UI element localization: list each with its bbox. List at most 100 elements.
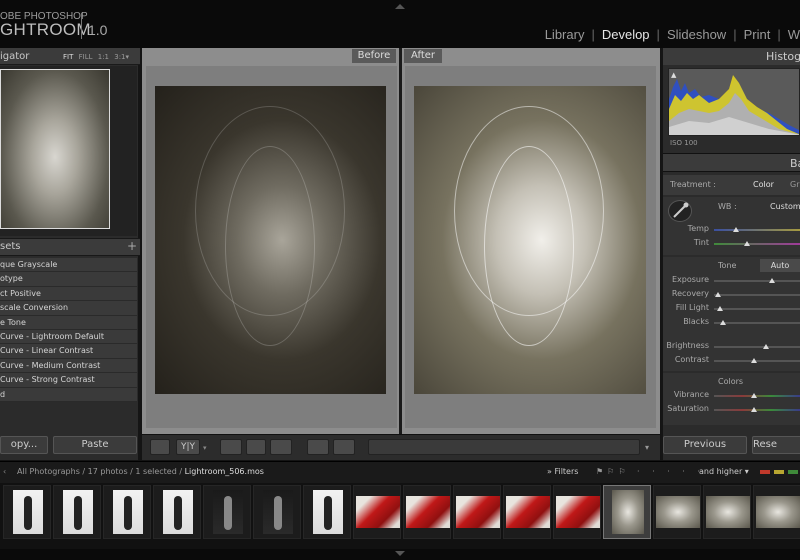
after-photo[interactable] xyxy=(414,86,646,394)
auto-tone-button[interactable]: Auto xyxy=(760,259,800,272)
preset-item[interactable]: scale Conversion xyxy=(0,301,137,316)
module-picker: Library | Develop | Slideshow | Print | … xyxy=(545,27,800,43)
zoom-dropdown-icon[interactable]: ▾ xyxy=(126,53,130,61)
copy-after-to-before-button[interactable] xyxy=(333,439,355,455)
filmstrip-source-path[interactable]: All Photographs / 17 photos / 1 selected… xyxy=(17,467,264,476)
filmstrip-thumbnail[interactable] xyxy=(53,485,101,539)
filmstrip-thumbnail[interactable] xyxy=(403,485,451,539)
zoom-fill[interactable]: FILL xyxy=(79,53,93,61)
filmstrip-thumbnail[interactable] xyxy=(203,485,251,539)
filters-toggle[interactable]: » Filters xyxy=(547,467,578,476)
filmstrip-thumbnail[interactable] xyxy=(603,485,651,539)
filmstrip-thumbnail[interactable] xyxy=(503,485,551,539)
module-print[interactable]: Print xyxy=(744,27,771,43)
slider-thumb[interactable] xyxy=(762,344,769,349)
slider-track[interactable] xyxy=(714,294,800,296)
slider-track[interactable] xyxy=(714,229,800,231)
flag-picked-icon[interactable]: ⚑ xyxy=(596,467,607,476)
color-label-swatch[interactable] xyxy=(788,470,798,474)
flag-unflagged-icon[interactable]: ⚐ xyxy=(607,467,618,476)
thumbnail-image xyxy=(163,490,193,534)
filmstrip-thumbnail[interactable] xyxy=(353,485,401,539)
presets-header[interactable] xyxy=(0,238,140,256)
preset-item[interactable]: Curve - Strong Contrast xyxy=(0,373,137,388)
slider-track[interactable] xyxy=(714,346,800,348)
module-web[interactable]: W xyxy=(788,27,800,43)
preset-item[interactable]: ct Positive xyxy=(0,286,137,302)
before-after-view-button[interactable]: Y|Y xyxy=(176,439,200,455)
thumbnail-figure xyxy=(324,496,332,530)
preset-item[interactable]: Curve - Linear Contrast xyxy=(0,344,137,359)
filmstrip-thumbnail[interactable] xyxy=(753,485,800,539)
thumbnail-image xyxy=(756,496,800,528)
before-after-dropdown-icon[interactable]: ▾ xyxy=(203,444,207,452)
preset-item[interactable]: d xyxy=(0,387,137,402)
filmstrip-thumbnail[interactable] xyxy=(3,485,51,539)
treatment-color-option[interactable]: Color xyxy=(753,180,774,189)
color-label-swatch[interactable] xyxy=(760,470,770,474)
white-balance-eyedropper-icon[interactable] xyxy=(668,200,692,222)
loupe-view-button[interactable] xyxy=(150,439,170,455)
preset-item[interactable]: Curve - Lightroom Default xyxy=(0,329,137,345)
slider-thumb[interactable] xyxy=(751,393,758,398)
shadow-clipping-icon[interactable]: ▲ xyxy=(671,71,676,79)
before-photo[interactable] xyxy=(155,86,386,394)
slider-thumb[interactable] xyxy=(732,227,739,232)
filmstrip-thumbnail[interactable] xyxy=(103,485,151,539)
rating-filter-stars[interactable]: · · · · · xyxy=(637,467,705,476)
copy-settings-button[interactable]: opy... xyxy=(0,436,48,454)
preset-item[interactable]: otype xyxy=(0,272,137,287)
preset-item[interactable]: Curve - Medium Contrast xyxy=(0,358,137,374)
reset-button[interactable]: Rese xyxy=(752,436,800,454)
module-separator: | xyxy=(591,27,595,42)
filmstrip-thumbnail[interactable] xyxy=(703,485,751,539)
spot-removal-button[interactable] xyxy=(246,439,266,455)
thumbnail-image xyxy=(706,496,750,528)
collapse-bottom-panel-icon[interactable] xyxy=(395,551,405,556)
add-preset-icon[interactable]: + xyxy=(127,239,137,253)
filters-label: Filters xyxy=(554,467,579,476)
zoom-fit[interactable]: FIT xyxy=(63,53,73,61)
zoom-1-1[interactable]: 1:1 xyxy=(98,53,109,61)
navigator-preview-image[interactable] xyxy=(0,69,110,229)
slider-thumb[interactable] xyxy=(751,407,758,412)
filmstrip-thumbnail[interactable] xyxy=(653,485,701,539)
slider-track[interactable] xyxy=(714,243,800,245)
basic-panel-header[interactable] xyxy=(663,153,800,172)
flag-rejected-icon[interactable]: ⚐ xyxy=(618,467,629,476)
filmstrip-back-icon[interactable]: ‹ xyxy=(3,467,6,476)
toolbar-menu-icon[interactable]: ▾ xyxy=(645,443,649,452)
zoom-3-1[interactable]: 3:1 xyxy=(114,53,125,61)
module-slideshow[interactable]: Slideshow xyxy=(667,27,726,43)
filmstrip-thumbnail[interactable] xyxy=(253,485,301,539)
collapse-top-panel-icon[interactable] xyxy=(395,4,405,9)
filmstrip-thumbnail[interactable] xyxy=(453,485,501,539)
treatment-grayscale-option[interactable]: Gr xyxy=(790,180,800,189)
slider-track[interactable] xyxy=(714,308,800,310)
color-label-swatch[interactable] xyxy=(774,470,784,474)
paste-settings-button[interactable]: Paste xyxy=(53,436,137,454)
red-eye-button[interactable] xyxy=(270,439,292,455)
preset-item[interactable]: e Tone xyxy=(0,315,137,330)
previous-button[interactable]: Previous xyxy=(663,436,747,454)
slider-label: Saturation xyxy=(667,404,709,413)
module-develop[interactable]: Develop xyxy=(602,27,650,43)
swap-before-after-button[interactable] xyxy=(307,439,329,455)
slider-thumb[interactable] xyxy=(715,292,722,297)
wb-value-dropdown[interactable]: Custom xyxy=(770,202,800,211)
rating-filter-dropdown[interactable]: and higher ▾ xyxy=(699,467,749,476)
filmstrip-thumbnail[interactable] xyxy=(303,485,351,539)
filmstrip-thumbnail[interactable] xyxy=(553,485,601,539)
slider-thumb[interactable] xyxy=(769,278,776,283)
slider-thumb[interactable] xyxy=(751,358,758,363)
slider-thumb[interactable] xyxy=(717,306,724,311)
compare-divider xyxy=(399,48,402,434)
module-library[interactable]: Library xyxy=(545,27,585,43)
preset-item[interactable]: que Grayscale xyxy=(0,258,137,273)
crop-tool-button[interactable] xyxy=(220,439,242,455)
slider-thumb[interactable] xyxy=(743,241,750,246)
slider-track[interactable] xyxy=(714,322,800,324)
slider-track[interactable] xyxy=(714,280,800,282)
slider-thumb[interactable] xyxy=(719,320,726,325)
filmstrip-thumbnail[interactable] xyxy=(153,485,201,539)
